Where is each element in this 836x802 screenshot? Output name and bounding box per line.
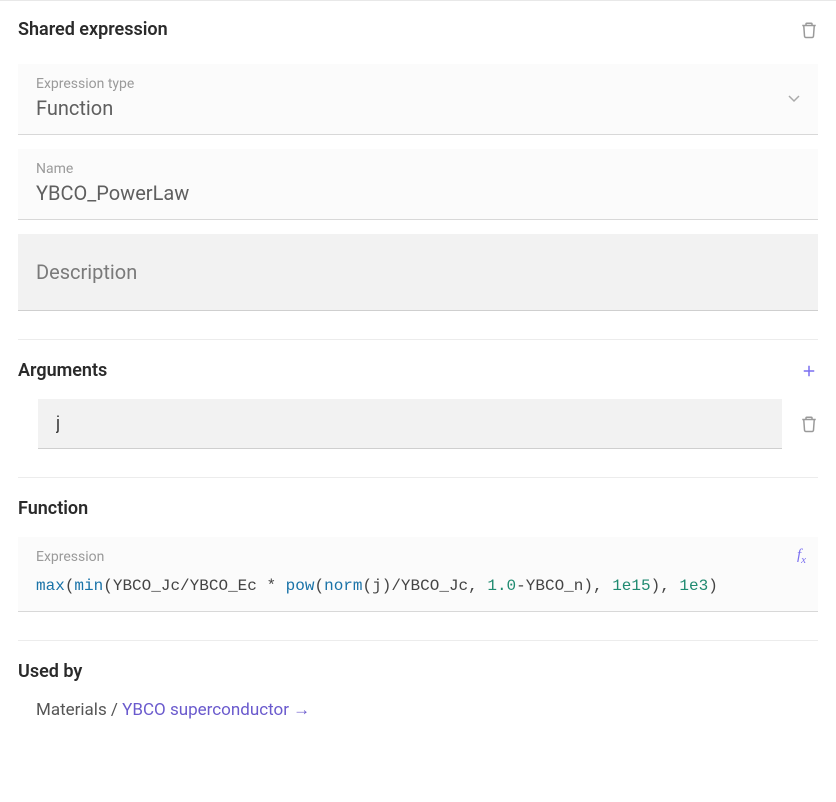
expression-type-label: Expression type bbox=[36, 76, 800, 92]
add-argument-button[interactable] bbox=[800, 362, 818, 380]
used-by-title: Used by bbox=[18, 661, 818, 682]
page-title: Shared expression bbox=[18, 19, 168, 40]
description-field[interactable]: Description bbox=[18, 234, 818, 311]
expression-code[interactable]: max(min(YBCO_Jc/YBCO_Ec * pow(norm(j)/YB… bbox=[36, 577, 800, 595]
name-value: YBCO_PowerLaw bbox=[36, 181, 800, 205]
argument-row bbox=[38, 399, 818, 449]
used-by-entry: Materials / YBCO superconductor → bbox=[36, 700, 818, 720]
delete-argument-button[interactable] bbox=[800, 414, 818, 434]
expression-field[interactable]: Expression fx max(min(YBCO_Jc/YBCO_Ec * … bbox=[18, 537, 818, 612]
function-title: Function bbox=[18, 498, 818, 519]
name-label: Name bbox=[36, 161, 800, 177]
expression-label: Expression bbox=[36, 549, 800, 565]
expression-type-value: Function bbox=[36, 96, 800, 120]
argument-input[interactable] bbox=[38, 399, 782, 449]
expression-type-select[interactable]: Expression type Function bbox=[18, 64, 818, 135]
used-by-prefix: Materials / bbox=[36, 700, 122, 720]
fx-icon[interactable]: fx bbox=[797, 547, 806, 566]
arguments-title: Arguments bbox=[18, 360, 107, 381]
delete-expression-button[interactable] bbox=[800, 20, 818, 40]
name-field[interactable]: Name YBCO_PowerLaw bbox=[18, 149, 818, 220]
used-by-link[interactable]: YBCO superconductor → bbox=[122, 700, 310, 720]
description-placeholder: Description bbox=[36, 260, 800, 284]
